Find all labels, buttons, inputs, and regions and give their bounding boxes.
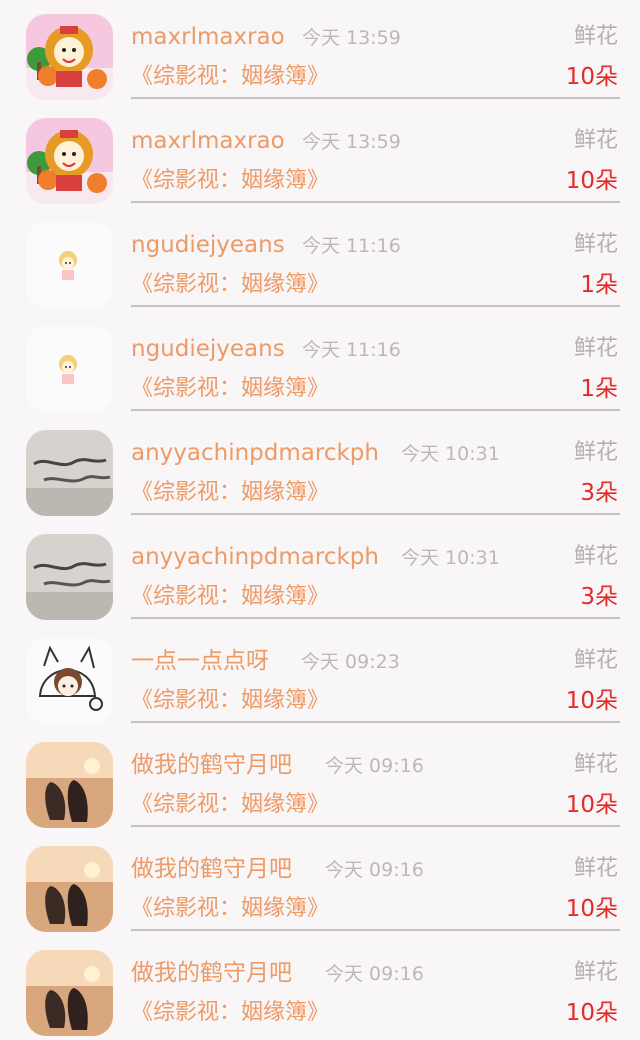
flower-count: 3朵 (580, 584, 618, 610)
book-title[interactable]: 《综影视：姻缘簿》 (131, 894, 329, 924)
flower-count: 1朵 (580, 272, 618, 298)
timestamp: 今天 09:16 (325, 963, 424, 985)
list-item[interactable]: 做我的鹤守月吧 今天 09:16 鲜花 《综影视：姻缘簿》 10朵 (0, 936, 640, 1040)
gift-type-label: 鲜花 (573, 856, 618, 881)
gift-type-label: 鲜花 (573, 544, 618, 569)
lion-cartoon-avatar-icon[interactable] (26, 14, 113, 100)
gift-type-label: 鲜花 (573, 648, 618, 673)
username[interactable]: anyyachinpdmarckph (131, 542, 379, 572)
list-item[interactable]: 做我的鹤守月吧 今天 09:16 鲜花 《综影视：姻缘簿》 10朵 (0, 832, 640, 936)
username[interactable]: ngudiejyeans (131, 230, 285, 260)
row-divider (131, 409, 620, 411)
handwriting-note-avatar-icon[interactable] (26, 430, 113, 516)
list-item[interactable]: maxrlmaxrao 今天 13:59 鲜花 《综影视：姻缘簿》 10朵 (0, 104, 640, 208)
row-divider (131, 825, 620, 827)
flower-count: 10朵 (565, 896, 618, 922)
timestamp: 今天 09:16 (325, 859, 424, 881)
book-title[interactable]: 《综影视：姻缘簿》 (131, 166, 329, 196)
book-title[interactable]: 《综影视：姻缘簿》 (131, 374, 329, 404)
timestamp: 今天 11:16 (302, 235, 401, 257)
flower-count: 1朵 (580, 376, 618, 402)
book-title[interactable]: 《综影视：姻缘簿》 (131, 582, 329, 612)
timestamp: 今天 10:31 (401, 443, 500, 465)
username[interactable]: anyyachinpdmarckph (131, 438, 379, 468)
list-item[interactable]: anyyachinpdmarckph 今天 10:31 鲜花 《综影视：姻缘簿》… (0, 416, 640, 520)
row-divider (131, 721, 620, 723)
list-item[interactable]: ngudiejyeans 今天 11:16 鲜花 《综影视：姻缘簿》 1朵 (0, 208, 640, 312)
gift-record-list: maxrlmaxrao 今天 13:59 鲜花 《综影视：姻缘簿》 10朵 ma… (0, 0, 640, 1036)
row-divider (131, 305, 620, 307)
timestamp: 今天 13:59 (302, 27, 401, 49)
row-divider (131, 617, 620, 619)
flower-count: 10朵 (565, 168, 618, 194)
timestamp: 今天 13:59 (302, 131, 401, 153)
book-title[interactable]: 《综影视：姻缘簿》 (131, 686, 329, 716)
book-title[interactable]: 《综影视：姻缘簿》 (131, 478, 329, 508)
row-divider (131, 513, 620, 515)
timestamp: 今天 11:16 (302, 339, 401, 361)
gift-type-label: 鲜花 (573, 440, 618, 465)
flower-count: 3朵 (580, 480, 618, 506)
username[interactable]: maxrlmaxrao (131, 22, 285, 52)
username[interactable]: maxrlmaxrao (131, 126, 285, 156)
sunset-couple-avatar-icon[interactable] (26, 742, 113, 828)
flower-count: 10朵 (565, 64, 618, 90)
book-title[interactable]: 《综影视：姻缘簿》 (131, 998, 329, 1028)
book-title[interactable]: 《综影视：姻缘簿》 (131, 790, 329, 820)
gift-type-label: 鲜花 (573, 752, 618, 777)
username[interactable]: 做我的鹤守月吧 (131, 854, 292, 884)
gift-type-label: 鲜花 (573, 960, 618, 985)
gift-type-label: 鲜花 (573, 24, 618, 49)
gift-type-label: 鲜花 (573, 128, 618, 153)
flower-count: 10朵 (565, 688, 618, 714)
row-divider (131, 201, 620, 203)
timestamp: 今天 09:23 (301, 651, 400, 673)
row-divider (131, 929, 620, 931)
sunset-couple-avatar-icon[interactable] (26, 950, 113, 1036)
timestamp: 今天 10:31 (401, 547, 500, 569)
gift-type-label: 鲜花 (573, 232, 618, 257)
handwriting-note-avatar-icon[interactable] (26, 534, 113, 620)
tiny-doll-avatar-icon[interactable] (26, 222, 113, 308)
flower-count: 10朵 (565, 792, 618, 818)
book-title[interactable]: 《综影视：姻缘簿》 (131, 270, 329, 300)
list-item[interactable]: 一点一点点呀 今天 09:23 鲜花 《综影视：姻缘簿》 10朵 (0, 624, 640, 728)
username[interactable]: 做我的鹤守月吧 (131, 958, 292, 988)
tiny-doll-avatar-icon[interactable] (26, 326, 113, 412)
book-title[interactable]: 《综影视：姻缘簿》 (131, 62, 329, 92)
list-item[interactable]: ngudiejyeans 今天 11:16 鲜花 《综影视：姻缘簿》 1朵 (0, 312, 640, 416)
username[interactable]: 一点一点点呀 (131, 646, 269, 676)
timestamp: 今天 09:16 (325, 755, 424, 777)
sunset-couple-avatar-icon[interactable] (26, 846, 113, 932)
sketch-cat-hood-avatar-icon[interactable] (26, 638, 113, 724)
list-item[interactable]: anyyachinpdmarckph 今天 10:31 鲜花 《综影视：姻缘簿》… (0, 520, 640, 624)
username[interactable]: ngudiejyeans (131, 334, 285, 364)
row-divider (131, 97, 620, 99)
lion-cartoon-avatar-icon[interactable] (26, 118, 113, 204)
flower-count: 10朵 (565, 1000, 618, 1026)
list-item[interactable]: 做我的鹤守月吧 今天 09:16 鲜花 《综影视：姻缘簿》 10朵 (0, 728, 640, 832)
username[interactable]: 做我的鹤守月吧 (131, 750, 292, 780)
list-item[interactable]: maxrlmaxrao 今天 13:59 鲜花 《综影视：姻缘簿》 10朵 (0, 0, 640, 104)
gift-type-label: 鲜花 (573, 336, 618, 361)
